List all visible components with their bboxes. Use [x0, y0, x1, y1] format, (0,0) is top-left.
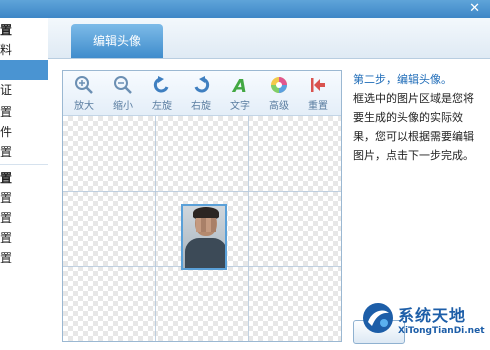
reset-icon	[311, 78, 325, 92]
reset-button[interactable]: 重置	[301, 75, 335, 113]
grid-guide-line	[63, 191, 341, 192]
editor-toolbar: 放大 缩小 左旋 右旋 A 文字 高级 重置	[63, 71, 341, 116]
zoom-in-icon	[75, 76, 93, 94]
sidebar: 置 料 证 置 件 置 置 置 置 置 置	[0, 18, 49, 350]
sidebar-item[interactable]: 置	[0, 188, 48, 208]
grid-guide-line	[155, 116, 156, 341]
sidebar-item[interactable]: 置	[0, 248, 48, 268]
sidebar-item[interactable]: 置	[0, 228, 48, 248]
sidebar-item[interactable]: 置	[0, 102, 48, 122]
advanced-label: 高级	[269, 101, 289, 112]
step-title: 第二步，编辑头像。	[353, 73, 452, 86]
text-icon: A	[231, 76, 247, 95]
advanced-button[interactable]: 高级	[262, 75, 296, 113]
advanced-color-icon	[271, 77, 287, 93]
sidebar-divider	[0, 164, 48, 165]
rotate-right-label: 右旋	[191, 101, 211, 112]
rotate-left-button[interactable]: 左旋	[145, 75, 179, 113]
instruction-panel: 第二步，编辑头像。 框选中的图片区域是您将要生成的头像的实际效果，您可以根据需要…	[353, 70, 483, 165]
sidebar-item[interactable]: 料	[0, 40, 48, 60]
sidebar-item[interactable]: 置	[0, 142, 48, 162]
text-label: 文字	[230, 101, 250, 112]
zoom-out-icon	[114, 76, 132, 94]
rotate-left-label: 左旋	[152, 101, 172, 112]
watermark-logo-icon	[363, 303, 393, 333]
watermark-subtitle: XiTongTianDi.net	[398, 326, 485, 336]
sidebar-item[interactable]: 置	[0, 20, 48, 40]
zoom-out-label: 缩小	[113, 101, 133, 112]
sidebar-item[interactable]: 置	[0, 208, 48, 228]
sidebar-item-selected[interactable]	[0, 60, 48, 80]
reset-label: 重置	[308, 101, 328, 112]
tab-strip: 编辑头像	[48, 18, 490, 59]
avatar-photo-body	[185, 238, 225, 268]
image-canvas[interactable]	[63, 116, 341, 341]
step-description: 框选中的图片区域是您将要生成的头像的实际效果，您可以根据需要编辑图片，点击下一步…	[353, 92, 474, 162]
window-titlebar: ✕	[0, 0, 490, 18]
sidebar-item[interactable]: 置	[0, 168, 48, 188]
avatar-photo-face-mosaic	[196, 218, 216, 232]
sidebar-item[interactable]: 件	[0, 122, 48, 142]
zoom-out-button[interactable]: 缩小	[106, 75, 140, 113]
avatar-editor: 放大 缩小 左旋 右旋 A 文字 高级 重置	[62, 70, 342, 342]
rotate-right-icon	[194, 76, 210, 93]
tab-edit-avatar[interactable]: 编辑头像	[71, 24, 163, 58]
zoom-in-button[interactable]: 放大	[67, 75, 101, 113]
rotate-left-icon	[153, 76, 169, 93]
sidebar-item[interactable]: 证	[0, 80, 48, 100]
svg-text:A: A	[231, 76, 247, 95]
text-button[interactable]: A 文字	[223, 75, 257, 113]
close-icon[interactable]: ✕	[469, 1, 480, 17]
watermark-title: 系统天地	[398, 306, 467, 325]
avatar-crop-selection[interactable]	[181, 204, 227, 270]
grid-guide-line	[248, 116, 249, 341]
rotate-right-button[interactable]: 右旋	[184, 75, 218, 113]
site-watermark: 系统天地 XiTongTianDi.net	[358, 296, 488, 346]
zoom-in-label: 放大	[74, 101, 94, 112]
